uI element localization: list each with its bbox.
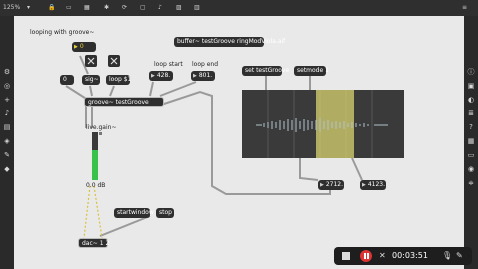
output-value-2: 4123.: [367, 181, 386, 188]
gain-db-value: 0.0 dB: [86, 182, 106, 189]
loop-start-number[interactable]: ▶ 428.: [149, 71, 173, 81]
number-arrow-icon: ▶: [320, 182, 324, 188]
x-icon: [110, 57, 118, 65]
loop-end-label: loop end: [192, 61, 219, 68]
buffer-object[interactable]: buffer~ testGroove ringModViola.aif: [174, 37, 285, 47]
sig-object[interactable]: sig~: [82, 75, 100, 85]
x-icon: [87, 57, 95, 65]
loop-end-value: 801.: [198, 72, 213, 79]
gain-label: live.gain~: [86, 124, 117, 131]
output-number-1[interactable]: ▶ 2712.: [318, 180, 344, 190]
setmode-message[interactable]: setmode 1: [294, 66, 329, 76]
toggle-sig[interactable]: [85, 55, 97, 67]
groove-object[interactable]: groove~ testGroove: [84, 97, 164, 107]
toggle-loop[interactable]: [108, 55, 120, 67]
number-value: 0: [79, 43, 84, 50]
stop-message[interactable]: stop: [156, 208, 174, 218]
set-message[interactable]: set testGroove: [242, 66, 289, 76]
dac-object[interactable]: dac~ 1 2: [78, 238, 109, 248]
close-icon[interactable]: ✕: [379, 247, 386, 265]
stop-square-icon[interactable]: [342, 252, 350, 260]
number-arrow-icon: ▶: [151, 73, 155, 79]
gain-slider[interactable]: [92, 132, 98, 180]
waveform-graphic: [256, 90, 388, 158]
number-arrow-icon: ▶: [193, 73, 197, 79]
pen-tool-icon[interactable]: ✎: [456, 247, 463, 265]
loop-start-value: 428.: [156, 72, 171, 79]
number-arrow-icon: ▶: [362, 182, 366, 188]
startwindow-message[interactable]: startwindow: [114, 208, 154, 218]
gain-knob-marker: [99, 132, 102, 135]
patch-title-comment: looping with groove~: [30, 29, 95, 36]
microphone-icon[interactable]: 🎙: [442, 247, 452, 265]
screen-recorder-bar: ✕ 00:03:51 🎙 ✎: [334, 247, 472, 265]
loop-end-number[interactable]: ▶ 801.: [191, 71, 215, 81]
gain-level-fill: [92, 150, 98, 180]
loop-message[interactable]: loop $1: [106, 75, 131, 85]
number-arrow-icon: ▶: [74, 44, 78, 50]
waveform-display[interactable]: [242, 90, 404, 158]
output-value-1: 2712.: [325, 181, 344, 188]
output-number-2[interactable]: ▶ 4123.: [360, 180, 386, 190]
message-zero[interactable]: 0: [60, 75, 74, 85]
loop-start-label: loop start: [154, 61, 183, 68]
pause-record-icon[interactable]: [360, 250, 372, 262]
number-box-toggle[interactable]: ▶ 0: [72, 42, 96, 52]
recording-timer: 00:03:51: [392, 251, 428, 260]
